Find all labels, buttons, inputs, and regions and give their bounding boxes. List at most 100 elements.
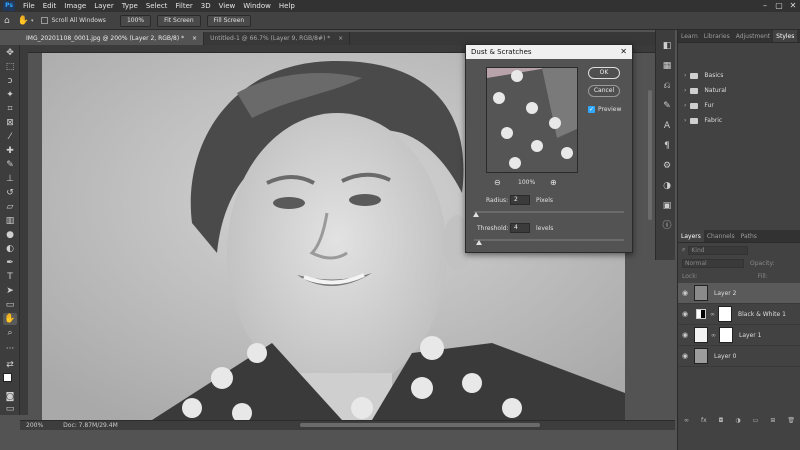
layer-row-black-white-1[interactable]: ◉ ∞ Black & White 1 <box>678 304 800 325</box>
style-folder-fur[interactable]: › Fur <box>678 98 800 113</box>
radius-slider-handle[interactable] <box>473 212 479 217</box>
brush-tool-icon[interactable]: ✎ <box>3 159 17 171</box>
color-panel-icon[interactable]: ◧ <box>660 40 674 52</box>
link-layers-icon[interactable]: ∞ <box>684 417 689 424</box>
horizontal-scrollbar[interactable] <box>300 423 540 427</box>
swatches-panel-icon[interactable]: ▦ <box>660 60 674 72</box>
fx-icon[interactable]: fx <box>701 417 707 424</box>
menu-window[interactable]: Window <box>239 0 275 12</box>
screen-mode-icon[interactable]: ▭ <box>3 403 17 415</box>
maximize-icon[interactable]: ▢ <box>772 0 786 12</box>
eyedropper-tool-icon[interactable]: ⁄ <box>3 131 17 143</box>
visibility-eye-icon[interactable]: ◉ <box>678 310 692 318</box>
fit-screen-button[interactable]: Fit Screen <box>157 14 201 27</box>
tab-adjustment[interactable]: Adjustment <box>733 30 773 42</box>
zoom-in-icon[interactable]: ⊕ <box>550 178 557 187</box>
magic-wand-tool-icon[interactable]: ✦ <box>3 89 17 101</box>
home-icon[interactable]: ⌂ <box>4 16 10 26</box>
menu-select[interactable]: Select <box>142 0 172 12</box>
tab-layers[interactable]: Layers <box>678 230 704 242</box>
doc-tab-active[interactable]: IMG_20201108_0001.jpg @ 200% (Layer 2, R… <box>20 32 205 45</box>
add-mask-icon[interactable]: ◘ <box>719 417 724 424</box>
dodge-tool-icon[interactable]: ◐ <box>3 243 17 255</box>
history-brush-tool-icon[interactable]: ↺ <box>3 187 17 199</box>
fill-screen-button[interactable]: Fill Screen <box>206 14 252 27</box>
zoom-tool-icon[interactable]: ⌕ <box>3 327 17 339</box>
layer-row-layer-2[interactable]: ◉ Layer 2 <box>678 283 800 304</box>
zoom-out-icon[interactable]: ⊖ <box>494 178 501 187</box>
properties-panel-icon[interactable]: ⚙ <box>660 160 674 172</box>
blend-mode-select[interactable]: Normal <box>682 259 744 268</box>
marquee-tool-icon[interactable]: ⬚ <box>3 61 17 73</box>
style-folder-basics[interactable]: › Basics <box>678 68 800 83</box>
history-panel-icon[interactable]: ⎌ <box>660 80 674 92</box>
libraries-panel-icon[interactable]: ▣ <box>660 200 674 212</box>
close-icon[interactable]: ✕ <box>620 45 627 59</box>
adjustments-panel-icon[interactable]: ◑ <box>660 180 674 192</box>
style-folder-fabric[interactable]: › Fabric <box>678 113 800 128</box>
new-layer-icon[interactable]: ⊞ <box>770 417 775 424</box>
cancel-button[interactable]: Cancel <box>588 85 620 97</box>
filter-preview[interactable] <box>486 67 578 173</box>
tab-paths[interactable]: Paths <box>738 230 760 242</box>
threshold-slider-track[interactable] <box>474 239 624 241</box>
visibility-eye-icon[interactable]: ◉ <box>678 352 692 360</box>
vertical-scrollbar[interactable] <box>648 90 652 220</box>
brushes-panel-icon[interactable]: ✎ <box>660 100 674 112</box>
hand-tool-icon[interactable]: ✋ <box>18 16 29 26</box>
minimize-icon[interactable]: – <box>758 0 772 12</box>
visibility-eye-icon[interactable]: ◉ <box>678 331 692 339</box>
menu-layer[interactable]: Layer <box>90 0 118 12</box>
menu-filter[interactable]: Filter <box>171 0 196 12</box>
layer-row-layer-1[interactable]: ◉ ∞ Layer 1 <box>678 325 800 346</box>
close-tab-icon[interactable]: × <box>192 35 197 42</box>
menu-type[interactable]: Type <box>118 0 142 12</box>
radius-input[interactable]: 2 <box>510 195 530 205</box>
layer-row-layer-0[interactable]: ◉ Layer 0 <box>678 346 800 367</box>
healing-brush-tool-icon[interactable]: ✚ <box>3 145 17 157</box>
menu-image[interactable]: Image <box>60 0 90 12</box>
chevron-right-icon[interactable]: › <box>684 87 686 94</box>
zoom-level[interactable]: 200% <box>20 422 43 429</box>
character-panel-icon[interactable]: A <box>660 120 674 132</box>
chevron-down-icon[interactable]: ▾ <box>31 18 34 24</box>
blur-tool-icon[interactable]: ● <box>3 229 17 241</box>
hand-tool-icon[interactable]: ✋ <box>3 313 17 325</box>
new-adjustment-icon[interactable]: ◑ <box>735 417 740 424</box>
edit-toolbar-icon[interactable]: ··· <box>3 343 17 355</box>
style-folder-natural[interactable]: › Natural <box>678 83 800 98</box>
tab-channels[interactable]: Channels <box>704 230 738 242</box>
quick-mask-icon[interactable]: ◙ <box>3 391 17 403</box>
close-icon[interactable]: ✕ <box>786 0 800 12</box>
gradient-tool-icon[interactable]: ▥ <box>3 215 17 227</box>
lasso-tool-icon[interactable]: ↄ <box>3 75 17 87</box>
pen-tool-icon[interactable]: ✒ <box>3 257 17 269</box>
menu-file[interactable]: File <box>19 0 39 12</box>
menu-view[interactable]: View <box>215 0 240 12</box>
chevron-right-icon[interactable]: › <box>684 117 686 124</box>
zoom-100-button[interactable]: 100% <box>119 14 152 27</box>
menu-3d[interactable]: 3D <box>197 0 215 12</box>
ok-button[interactable]: OK <box>588 67 620 79</box>
menu-help[interactable]: Help <box>275 0 299 12</box>
eraser-tool-icon[interactable]: ▱ <box>3 201 17 213</box>
clone-stamp-tool-icon[interactable]: ⊥ <box>3 173 17 185</box>
scroll-all-windows-checkbox[interactable] <box>41 17 49 24</box>
info-panel-icon[interactable]: ⓘ <box>660 220 674 232</box>
frame-tool-icon[interactable]: ⊠ <box>3 117 17 129</box>
dialog-title-bar[interactable]: Dust & Scratches ✕ <box>466 45 632 59</box>
close-tab-icon[interactable]: × <box>338 35 343 42</box>
paragraph-panel-icon[interactable]: ¶ <box>660 140 674 152</box>
rectangle-tool-icon[interactable]: ▭ <box>3 299 17 311</box>
type-tool-icon[interactable]: T <box>3 271 17 283</box>
tab-styles[interactable]: Styles <box>773 30 798 42</box>
preview-checkbox[interactable]: ✓ <box>588 106 595 113</box>
doc-tab[interactable]: Untitled-1 @ 66.7% (Layer 9, RGB/8#) * × <box>204 32 351 45</box>
new-group-icon[interactable]: ▭ <box>753 417 759 424</box>
tab-learn[interactable]: Learn <box>678 30 701 42</box>
radius-slider-track[interactable] <box>474 211 624 213</box>
foreground-color-swatch[interactable] <box>3 373 12 382</box>
menu-edit[interactable]: Edit <box>39 0 61 12</box>
chevron-right-icon[interactable]: › <box>684 72 686 79</box>
threshold-slider-handle[interactable] <box>476 240 482 245</box>
